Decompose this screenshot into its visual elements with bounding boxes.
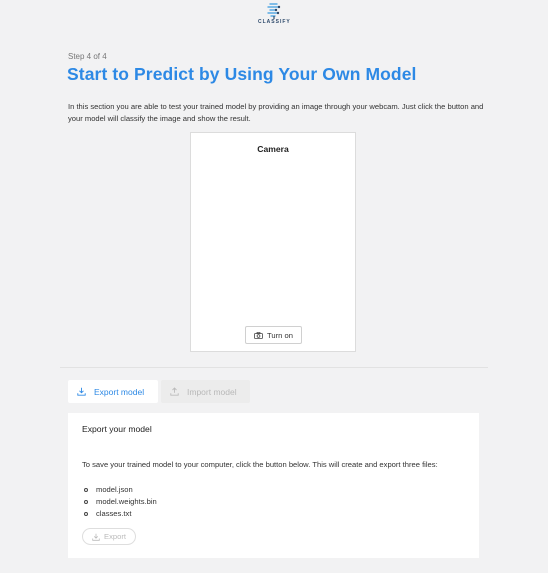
- upload-icon: [170, 387, 179, 396]
- export-button-label: Export: [104, 532, 126, 541]
- camera-icon: [254, 331, 263, 339]
- brain-circuit-logo-icon: [267, 3, 281, 19]
- tab-export-model[interactable]: Export model: [68, 380, 158, 403]
- list-item: model.json: [82, 484, 157, 496]
- logo-text: CLASSIFY: [258, 19, 291, 25]
- export-button[interactable]: Export: [82, 528, 136, 545]
- export-file-list: model.json model.weights.bin classes.txt: [82, 484, 157, 520]
- step-indicator: Step 4 of 4: [68, 52, 107, 61]
- app-logo: CLASSIFY: [258, 2, 290, 30]
- export-panel: Export your model To save your trained m…: [68, 413, 479, 558]
- page-title: Start to Predict by Using Your Own Model: [67, 64, 417, 84]
- tab-import-label: Import model: [187, 386, 237, 397]
- camera-title: Camera: [257, 144, 289, 154]
- file-name: model.json: [96, 485, 133, 494]
- export-panel-title: Export your model: [82, 424, 152, 434]
- bullet-icon: [84, 488, 88, 492]
- export-panel-text: To save your trained model to your compu…: [82, 460, 438, 469]
- file-name: classes.txt: [96, 509, 132, 518]
- download-icon: [77, 387, 86, 396]
- list-item: classes.txt: [82, 508, 157, 520]
- section-divider: [60, 367, 488, 368]
- bullet-icon: [84, 500, 88, 504]
- page-description: In this section you are able to test you…: [68, 102, 484, 123]
- tab-import-model[interactable]: Import model: [161, 380, 250, 403]
- list-item: model.weights.bin: [82, 496, 157, 508]
- tab-export-label: Export model: [94, 386, 145, 397]
- turn-on-camera-button[interactable]: Turn on: [245, 326, 302, 344]
- turn-on-label: Turn on: [267, 330, 293, 340]
- download-icon: [92, 533, 100, 541]
- file-name: model.weights.bin: [96, 497, 157, 506]
- bullet-icon: [84, 512, 88, 516]
- camera-card: Camera Turn on: [190, 132, 356, 352]
